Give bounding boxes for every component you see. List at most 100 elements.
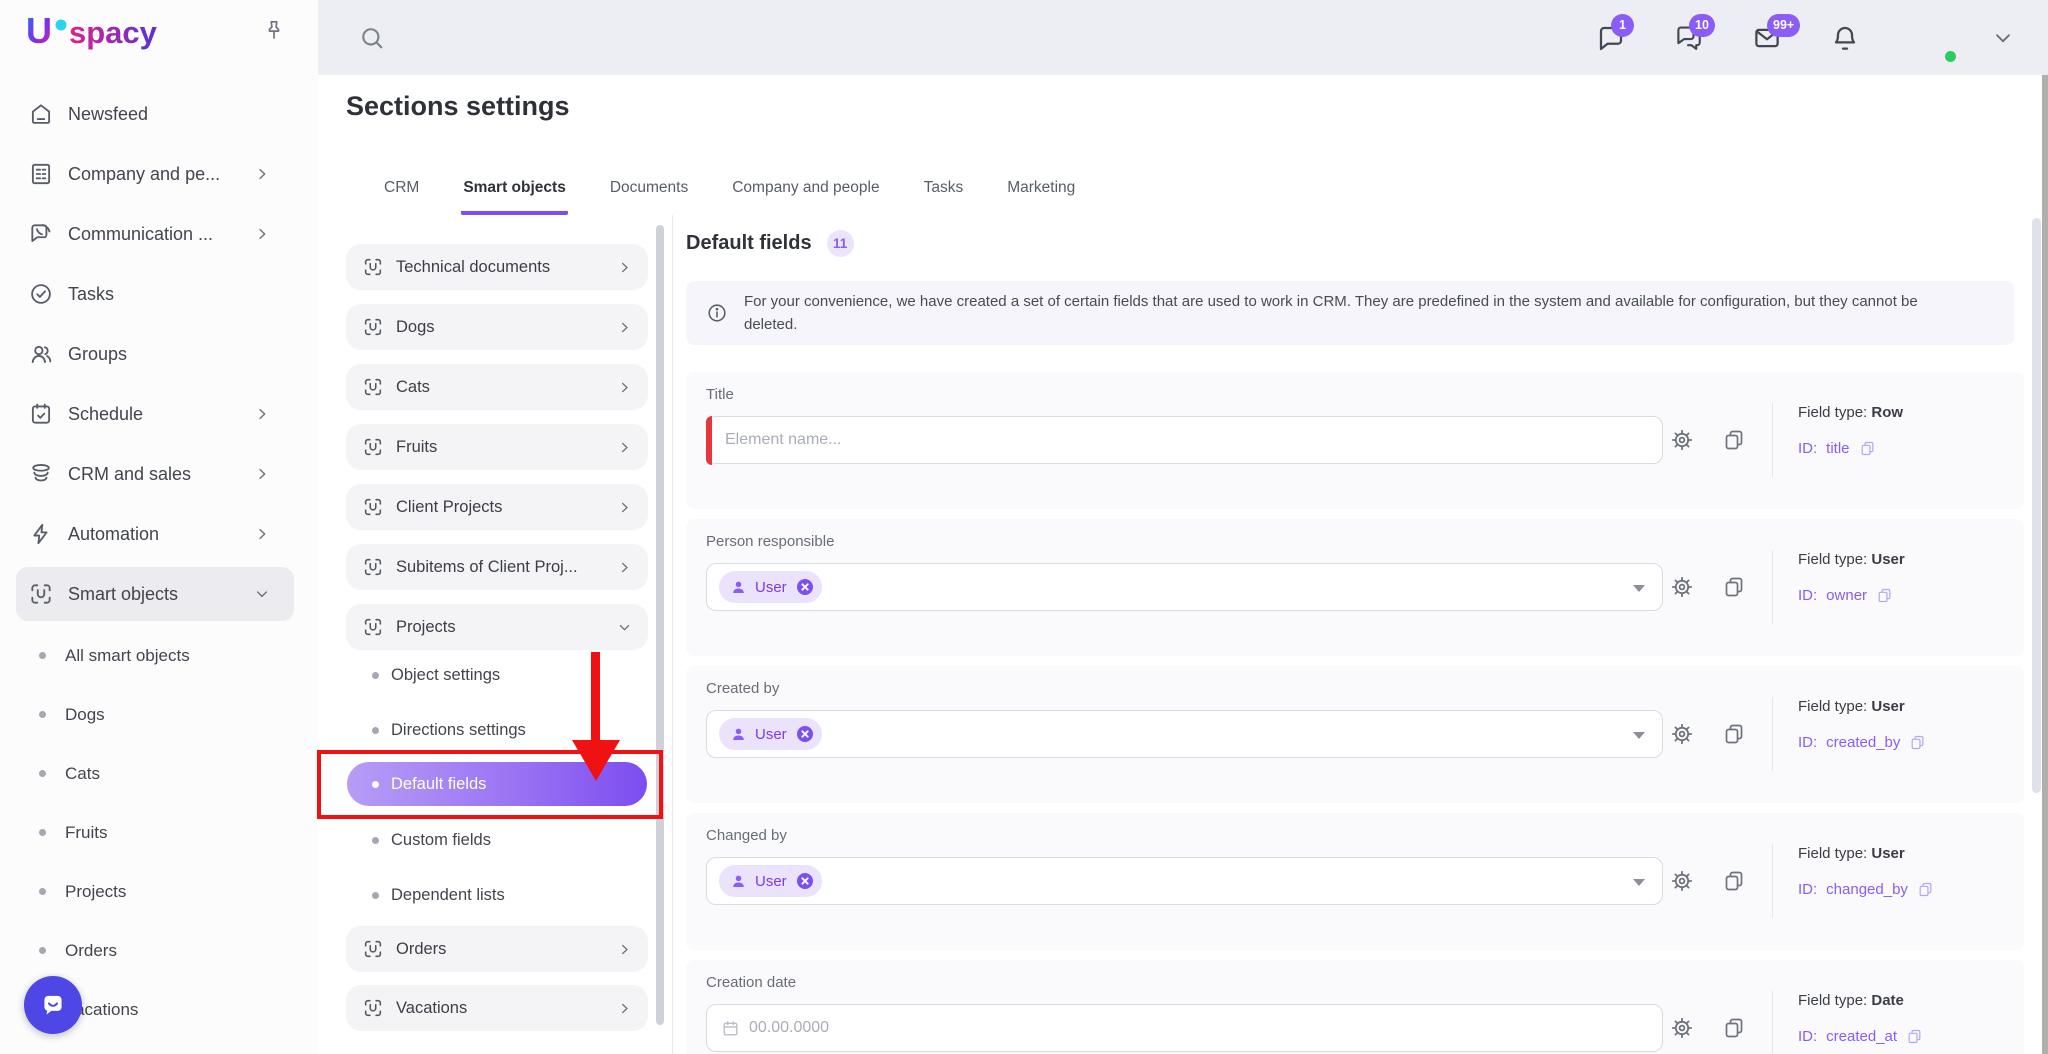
- panel-subitem-directions-settings[interactable]: Directions settings: [372, 715, 526, 745]
- object-item-technical-documents[interactable]: Technical documents: [346, 244, 648, 290]
- tab-crm[interactable]: CRM: [382, 179, 421, 215]
- field-settings-button[interactable]: [1670, 869, 1694, 893]
- sidebar-nav: Newsfeed Company and pe... Communication…: [0, 84, 318, 624]
- user-chip[interactable]: User: [719, 718, 822, 750]
- remove-chip-icon[interactable]: [795, 871, 815, 891]
- sidebar-subitem-projects[interactable]: Projects: [0, 862, 318, 921]
- support-chat-button[interactable]: [24, 976, 82, 1034]
- sidebar-item-automation[interactable]: Automation: [0, 504, 318, 564]
- object-item-dogs[interactable]: Dogs: [346, 304, 648, 350]
- object-item-subitems-client-projects[interactable]: Subitems of Client Proj...: [346, 544, 648, 590]
- chevron-right-icon: [254, 466, 270, 482]
- u-brackets-icon: [362, 256, 384, 278]
- search-icon[interactable]: [358, 24, 386, 52]
- copy-id-icon[interactable]: [1906, 1028, 1923, 1045]
- notifications-button[interactable]: [1830, 23, 1860, 53]
- person-icon: [730, 579, 747, 596]
- panel-subitem-default-fields[interactable]: Default fields: [347, 762, 647, 806]
- field-settings-button[interactable]: [1670, 1016, 1694, 1040]
- sidebar-item-schedule[interactable]: Schedule: [0, 384, 318, 444]
- field-duplicate-button[interactable]: [1722, 722, 1746, 746]
- object-item-vacations[interactable]: Vacations: [346, 985, 648, 1031]
- creation-date-field[interactable]: 00.00.0000: [706, 1004, 1663, 1052]
- object-item-projects[interactable]: Projects: [346, 604, 648, 650]
- field-duplicate-button[interactable]: [1722, 869, 1746, 893]
- bolt-icon: [28, 521, 54, 547]
- user-avatar[interactable]: [1902, 10, 1958, 66]
- window-scrollbar-track[interactable]: [2042, 75, 2048, 1054]
- field-settings-button[interactable]: [1670, 575, 1694, 599]
- field-id-label: ID:: [1798, 1028, 1817, 1045]
- field-duplicate-button[interactable]: [1722, 575, 1746, 599]
- tab-marketing[interactable]: Marketing: [1005, 179, 1077, 215]
- chevron-down-icon: [617, 620, 632, 635]
- bullet-icon: [372, 837, 379, 844]
- remove-chip-icon[interactable]: [795, 577, 815, 597]
- copy-id-icon[interactable]: [1909, 734, 1926, 751]
- object-item-cats[interactable]: Cats: [346, 364, 648, 410]
- sidebar-subitem-dogs[interactable]: Dogs: [0, 685, 318, 744]
- panel-subitem-dependent-lists[interactable]: Dependent lists: [372, 880, 505, 910]
- sidebar-subitem-orders[interactable]: Orders: [0, 921, 318, 980]
- panel-subitem-object-settings[interactable]: Object settings: [372, 660, 500, 690]
- copy-id-icon[interactable]: [1859, 440, 1876, 457]
- sidebar-item-groups[interactable]: Groups: [0, 324, 318, 384]
- sidebar-subitem-fruits[interactable]: Fruits: [0, 803, 318, 862]
- user-menu-chevron-icon[interactable]: [1992, 27, 2014, 49]
- copy-id-icon[interactable]: [1876, 587, 1893, 604]
- tab-tasks[interactable]: Tasks: [922, 179, 966, 215]
- dropdown-caret-icon[interactable]: [1633, 585, 1645, 592]
- object-item-fruits[interactable]: Fruits: [346, 424, 648, 470]
- tab-smart-objects[interactable]: Smart objects: [461, 179, 568, 215]
- mail-button[interactable]: 99+: [1752, 23, 1782, 53]
- sidebar-item-smart-objects[interactable]: Smart objects: [0, 564, 318, 624]
- panel-subitem-custom-fields[interactable]: Custom fields: [372, 825, 491, 855]
- person-responsible-select[interactable]: User: [706, 563, 1663, 611]
- date-placeholder: 00.00.0000: [749, 1019, 829, 1037]
- chevron-right-icon: [254, 526, 270, 542]
- online-status-dot: [1942, 48, 1959, 65]
- field-duplicate-button[interactable]: [1722, 1016, 1746, 1040]
- sidebar-item-newsfeed[interactable]: Newsfeed: [0, 84, 318, 144]
- u-brackets-icon: [362, 556, 384, 578]
- chat-button[interactable]: 1: [1596, 23, 1626, 53]
- changed-by-select[interactable]: User: [706, 857, 1663, 905]
- uspacy-logo[interactable]: U spacy: [24, 10, 174, 59]
- topbar: 1 10 99+: [318, 0, 2048, 75]
- sidebar-item-tasks[interactable]: Tasks: [0, 264, 318, 324]
- phone-chat-icon: [28, 221, 54, 247]
- object-item-orders[interactable]: Orders: [346, 926, 648, 972]
- panel-scrollbar[interactable]: [656, 225, 664, 1025]
- content-scrollbar[interactable]: [2032, 218, 2041, 793]
- tab-documents[interactable]: Documents: [608, 179, 690, 215]
- sidebar-item-company[interactable]: Company and pe...: [0, 144, 318, 204]
- user-chip[interactable]: User: [719, 571, 822, 603]
- field-card-creation-date: Creation date 00.00.0000 Field type: Dat…: [686, 960, 2024, 1054]
- dropdown-caret-icon[interactable]: [1633, 732, 1645, 739]
- chevron-right-icon: [617, 440, 632, 455]
- chat-badge: 1: [1611, 14, 1634, 37]
- pin-sidebar-icon[interactable]: [262, 18, 286, 42]
- field-duplicate-button[interactable]: [1722, 428, 1746, 452]
- field-settings-button[interactable]: [1670, 428, 1694, 452]
- copy-id-icon[interactable]: [1917, 881, 1934, 898]
- user-chip[interactable]: User: [719, 865, 822, 897]
- field-id-value: owner: [1826, 587, 1867, 604]
- object-item-client-projects[interactable]: Client Projects: [346, 484, 648, 530]
- remove-chip-icon[interactable]: [795, 724, 815, 744]
- created-by-select[interactable]: User: [706, 710, 1663, 758]
- element-name-input[interactable]: [707, 417, 1662, 463]
- field-settings-button[interactable]: [1670, 722, 1694, 746]
- fields-count-badge: 11: [827, 230, 854, 257]
- dropdown-caret-icon[interactable]: [1633, 879, 1645, 886]
- home-icon: [28, 101, 54, 127]
- sidebar-item-communication[interactable]: Communication ...: [0, 204, 318, 264]
- sidebar-item-crm[interactable]: CRM and sales: [0, 444, 318, 504]
- tab-company-and-people[interactable]: Company and people: [730, 179, 881, 215]
- chevron-right-icon: [254, 406, 270, 422]
- chevron-right-icon: [617, 500, 632, 515]
- element-name-field: [706, 416, 1663, 464]
- sidebar-subitem-all-smart-objects[interactable]: All smart objects: [0, 626, 318, 685]
- group-chats-button[interactable]: 10: [1674, 23, 1704, 53]
- sidebar-subitem-cats[interactable]: Cats: [0, 744, 318, 803]
